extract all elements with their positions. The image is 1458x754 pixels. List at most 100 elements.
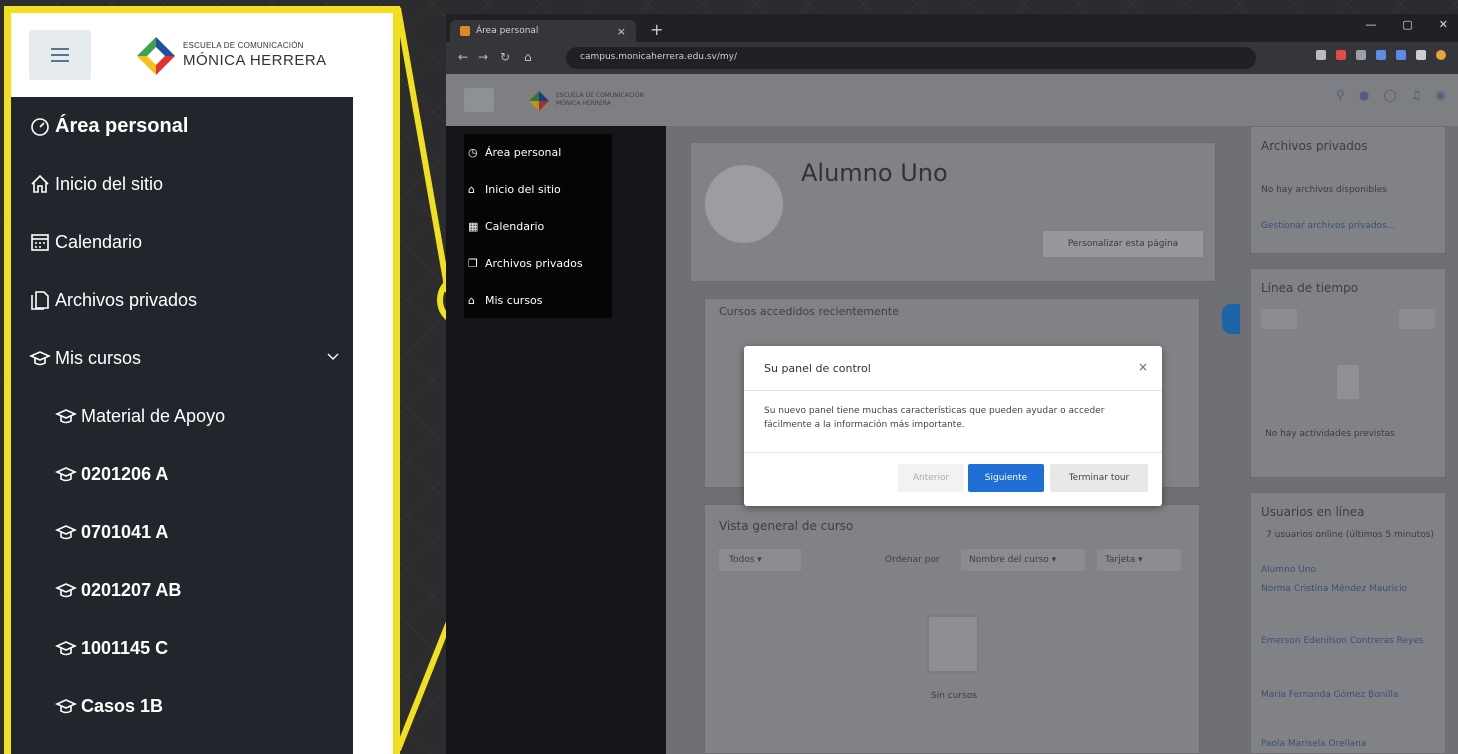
drawer-item-archivos[interactable]: ❐ Archivos privados [464, 245, 612, 282]
scroll-area [353, 97, 393, 754]
files-icon: ❐ [468, 256, 478, 270]
close-tab-icon[interactable]: × [617, 25, 626, 38]
course-label: 0201206 A [81, 463, 169, 484]
messages-icon[interactable]: ◯ [1383, 88, 1396, 102]
language-icon[interactable]: ● [1359, 88, 1369, 102]
no-courses-illustration-icon [927, 615, 979, 673]
back-icon[interactable]: ← [458, 50, 468, 64]
drawer-item-inicio[interactable]: ⌂ Inicio del sitio [464, 171, 612, 208]
moodle-logo-line2: MÓNICA HERRERA [556, 100, 611, 107]
nav-label: Archivos privados [55, 289, 198, 310]
logo-line2: MÓNICA HERRERA [183, 52, 327, 69]
course-item[interactable]: 0201207 AB [11, 561, 359, 619]
school-logo-icon [137, 37, 175, 75]
graduation-cap-icon [55, 583, 77, 598]
close-window-icon[interactable]: ✕ [1439, 18, 1448, 31]
notifications-icon[interactable]: ♫ [1411, 88, 1422, 102]
minimize-icon[interactable]: — [1365, 18, 1376, 31]
moodle-header-icons: ⚲ ● ◯ ♫ ◉ [1336, 88, 1446, 102]
url-field[interactable]: campus.monicaherrera.edu.sv/my/ [566, 47, 1256, 69]
url-text: campus.monicaherrera.edu.sv/my/ [580, 52, 738, 62]
manage-files-link[interactable]: Gestionar archivos privados... [1261, 221, 1395, 231]
chevron-down-icon[interactable] [327, 353, 339, 361]
user-name: Alumno Uno [801, 159, 948, 187]
end-tour-button[interactable]: Terminar tour [1050, 464, 1148, 492]
extension-icon[interactable] [1376, 50, 1386, 60]
drawer-label: Área personal [485, 146, 562, 159]
zoom-nav: Área personal Inicio del sitio Calendari… [11, 97, 359, 735]
browser-tab[interactable]: Área personal × [450, 20, 636, 42]
extension-icon[interactable] [1356, 50, 1366, 60]
previous-button[interactable]: Anterior [898, 464, 964, 492]
right-sidebar: Archivos privados No hay archivos dispon… [1250, 126, 1446, 754]
nav-label: Calendario [55, 231, 143, 252]
forward-icon[interactable]: → [478, 50, 488, 64]
next-button[interactable]: Siguiente [968, 464, 1044, 492]
drawer-item-area-personal[interactable]: ◷ Área personal [464, 134, 612, 171]
tab-bar: Área personal × + — ▢ ✕ [446, 14, 1458, 42]
new-tab-button[interactable]: + [650, 20, 663, 39]
view-dropdown[interactable]: Tarjeta ▾ [1097, 549, 1181, 571]
logo-line1: ESCUELA DE COMUNICACIÓN [183, 41, 304, 50]
extension-icons [1316, 50, 1446, 60]
course-item[interactable]: Casos 1B [11, 677, 359, 735]
private-files-title: Archivos privados [1261, 139, 1368, 153]
maximize-icon[interactable]: ▢ [1402, 18, 1412, 31]
tab-title: Área personal [476, 26, 539, 36]
zoom-panel: ESCUELA DE COMUNICACIÓN MÓNICA HERRERA Á… [4, 6, 400, 754]
modal-title: Su panel de control [764, 362, 871, 375]
extension-icon[interactable] [1396, 50, 1406, 60]
timeline-empty-icon [1337, 365, 1359, 399]
moodle-drawer: ◷ Área personal ⌂ Inicio del sitio ▦ Calend… [446, 126, 666, 754]
drawer-item-mis-cursos[interactable]: ⌂ Mis cursos [464, 282, 612, 319]
course-label: 0701041 A [81, 521, 169, 542]
timeline-date-filter[interactable] [1261, 309, 1297, 329]
course-item[interactable]: Material de Apoyo [11, 387, 359, 445]
nav-label: Mis cursos [55, 347, 142, 368]
drawer-toggle-button[interactable] [1222, 304, 1240, 334]
filter-dropdown[interactable]: Todos ▾ [719, 549, 801, 571]
address-bar: ← → ↻ ⌂ campus.monicaherrera.edu.sv/my/ [446, 42, 1458, 74]
user-avatar[interactable]: ◉ [1436, 88, 1446, 102]
moodle-hamburger-button[interactable] [464, 88, 494, 112]
extension-icon[interactable] [1336, 50, 1346, 60]
online-user[interactable]: Paola Marisela Orellana [1261, 739, 1433, 749]
online-user[interactable]: María Fernanda Gómez Bonilla [1261, 689, 1433, 701]
course-label: Casos 1B [81, 695, 164, 716]
favicon-icon [460, 26, 470, 36]
profile-avatar-icon[interactable] [1436, 50, 1446, 60]
online-user[interactable]: Alumno Uno [1261, 565, 1316, 575]
extensions-puzzle-icon[interactable] [1416, 50, 1426, 60]
no-activities-text: No hay actividades previstas [1265, 429, 1395, 439]
home-button-icon[interactable]: ⌂ [524, 50, 532, 64]
dashboard-icon: ◷ [468, 145, 478, 159]
online-user[interactable]: Emerson Edenilson Contreras Reyes [1261, 635, 1433, 647]
timeline-sort-filter[interactable] [1399, 309, 1435, 329]
private-files-block: Archivos privados No hay archivos dispon… [1250, 126, 1446, 254]
search-icon[interactable]: ⚲ [1336, 88, 1345, 102]
hamburger-menu-button[interactable] [29, 30, 91, 80]
reload-icon[interactable]: ↻ [500, 50, 510, 64]
online-users-block: Usuarios en línea 7 usuarios online (últ… [1250, 492, 1446, 754]
course-item[interactable]: 1001145 C [11, 619, 359, 677]
drawer-menu: ◷ Área personal ⌂ Inicio del sitio ▦ Calend… [464, 134, 612, 318]
star-icon[interactable] [1316, 50, 1326, 60]
close-icon[interactable]: × [1138, 360, 1148, 374]
recent-courses-title: Cursos accedidos recientemente [719, 305, 899, 318]
nav-item-inicio[interactable]: Inicio del sitio [11, 155, 359, 213]
course-item[interactable]: 0701041 A [11, 503, 359, 561]
sort-dropdown[interactable]: Nombre del curso ▾ [961, 549, 1085, 571]
nav-item-area-personal[interactable]: Área personal [11, 97, 359, 155]
home-icon: ⌂ [468, 182, 475, 196]
customize-page-button[interactable]: Personalizar esta página [1043, 231, 1203, 257]
drawer-item-calendario[interactable]: ▦ Calendario [464, 208, 612, 245]
hamburger-icon [51, 46, 69, 64]
modal-body: Su nuevo panel tiene muchas característi… [764, 406, 1105, 430]
online-user[interactable]: Norma Cristina Méndez Mauricio [1261, 583, 1433, 595]
nav-item-archivos[interactable]: Archivos privados [11, 271, 359, 329]
nav-item-mis-cursos[interactable]: Mis cursos [11, 329, 359, 387]
timeline-title: Línea de tiempo [1261, 281, 1359, 295]
nav-item-calendario[interactable]: Calendario [11, 213, 359, 271]
course-label: 0201207 AB [81, 579, 182, 600]
course-item[interactable]: 0201206 A [11, 445, 359, 503]
